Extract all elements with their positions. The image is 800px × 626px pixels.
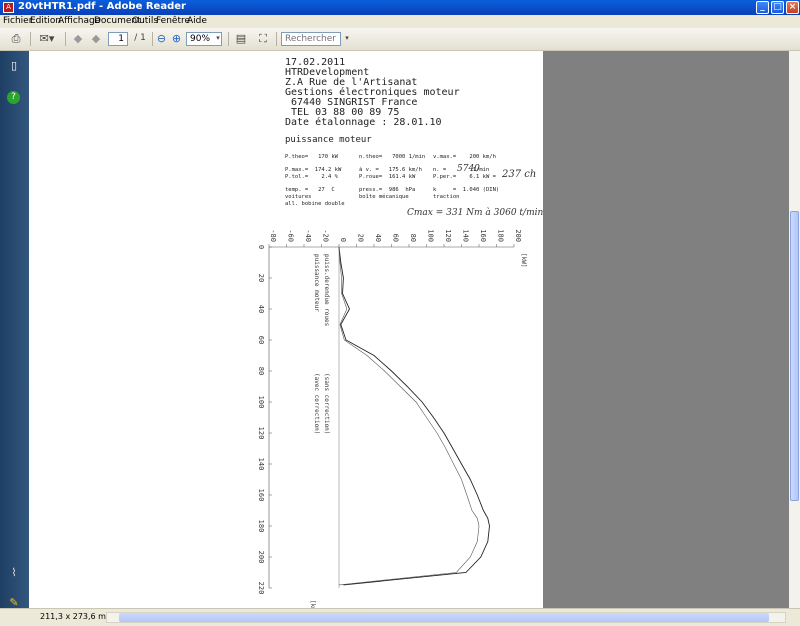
search-dropdown-icon[interactable]: ▾ (342, 31, 352, 46)
menu-aide[interactable]: Aide (187, 16, 207, 26)
power-tick-label: 20 (357, 234, 365, 242)
attachment-icon[interactable]: ⌇ (7, 566, 21, 580)
power-tick-label: 60 (392, 234, 400, 242)
menu-fichier[interactable]: Fichier (3, 16, 32, 26)
minimize-button[interactable]: _ (756, 1, 769, 14)
power-tick-label: -40 (304, 229, 312, 242)
power-tick-label: 0 (339, 238, 347, 242)
speed-tick-label: 220 (257, 582, 265, 595)
power-tick-label: -20 (322, 229, 330, 242)
menu-fenetre[interactable]: Fenêtre (156, 16, 190, 26)
speed-tick-label: 0 (257, 245, 265, 249)
legend-entry: puiss.derendue roues (323, 254, 330, 327)
close-button[interactable]: × (786, 1, 799, 14)
chart-series (338, 246, 490, 586)
speed-tick-label: 100 (257, 396, 265, 409)
page-total: / 1 (134, 33, 146, 43)
power-tick-label: 80 (409, 234, 417, 242)
page-number-input[interactable]: 1 (108, 32, 128, 46)
chevron-down-icon[interactable]: ▾ (213, 31, 223, 46)
power-tick-label: 160 (479, 229, 487, 242)
zoom-out-icon[interactable]: ⊖ (155, 31, 168, 46)
speed-tick-label: 140 (257, 458, 265, 471)
navigation-panel: ▯ ? ⌇ ✎ (0, 51, 29, 609)
legend-entry: (sans correction) (323, 373, 330, 434)
chart-axes: -80 -60 -40 -20 0 20 40 60 80 100 120 140 160 180 200[… (257, 229, 527, 608)
share-icon[interactable]: ✉▾ (36, 31, 58, 46)
speed-tick-label: 80 (257, 367, 265, 375)
speed-tick-label: 120 (257, 427, 265, 440)
power-tick-label: 120 (444, 229, 452, 242)
speed-tick-label: 200 (257, 551, 265, 564)
power-chart: -80 -60 -40 -20 0 20 40 60 80 100 120 140 160 180 200[… (257, 229, 527, 608)
fit-page-icon[interactable]: ▤ (234, 31, 248, 46)
menu-outils[interactable]: Outils (132, 16, 158, 26)
power-tick-label: 100 (427, 229, 435, 242)
power-tick-label: -60 (287, 229, 295, 242)
power-tick-label: 180 (497, 229, 505, 242)
power-tick-label: 40 (374, 234, 382, 242)
vertical-scrollbar[interactable] (789, 51, 800, 608)
horizontal-scrollbar[interactable] (106, 612, 786, 623)
legend-entry: puissance moteur (313, 254, 320, 312)
help-icon[interactable]: ? (7, 91, 20, 104)
page-size: 211,3 x 273,6 mm (40, 612, 114, 621)
pages-icon[interactable]: ▯ (7, 59, 21, 73)
speed-tick-label: 60 (257, 336, 265, 344)
speed-axis-unit: [km/h] (309, 600, 316, 608)
power-tick-label: -80 (269, 229, 277, 242)
title-bar: A 20vtHTR1.pdf - Adobe Reader _ □ × (0, 0, 800, 15)
fit-width-icon[interactable]: ⛶ (256, 31, 270, 46)
zoom-in-icon[interactable]: ⊕ (170, 31, 183, 46)
speed-tick-label: 180 (257, 520, 265, 533)
toolbar: ⎙ ✉▾ ◆ ◆ 1 / 1 ⊖ ⊕ 90% ▾ ▤ ⛶ ▾ (0, 28, 800, 51)
status-bar: 211,3 x 273,6 mm (0, 608, 800, 626)
legend-entry: (avec correction) (313, 373, 320, 434)
search-input[interactable] (281, 32, 341, 46)
power-tick-label: 200 (514, 229, 522, 242)
pdf-icon: A (3, 2, 14, 13)
menu-bar: Fichier Edition Affichage Document Outil… (0, 15, 800, 28)
speed-tick-label: 20 (257, 274, 265, 282)
document-view: 17.02.2011 HTRDevelopment Z.A Rue de l'A… (29, 51, 789, 608)
next-page-icon[interactable]: ◆ (90, 31, 102, 46)
pdf-page: 17.02.2011 HTRDevelopment Z.A Rue de l'A… (29, 51, 543, 608)
menu-edition[interactable]: Edition (30, 16, 61, 26)
power-axis-unit: [kW] (520, 253, 527, 267)
engine-power-line (338, 246, 490, 586)
speed-tick-label: 40 (257, 305, 265, 313)
maximize-button[interactable]: □ (771, 1, 784, 14)
window-title: 20vtHTR1.pdf - Adobe Reader (18, 1, 186, 12)
speed-tick-label: 160 (257, 489, 265, 502)
previous-page-icon[interactable]: ◆ (72, 31, 84, 46)
scrollbar-thumb[interactable] (790, 211, 799, 501)
print-icon[interactable]: ⎙ (8, 31, 24, 46)
horizontal-scrollbar-thumb[interactable] (119, 613, 769, 622)
chart-legend: puissance moteur puiss.derendue roues (ave… (313, 254, 330, 434)
wheel-power-line (338, 246, 480, 586)
power-tick-label: 140 (462, 229, 470, 242)
